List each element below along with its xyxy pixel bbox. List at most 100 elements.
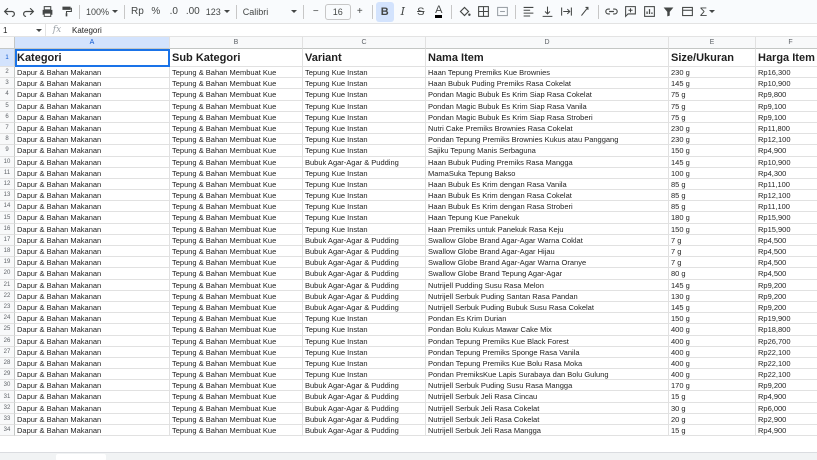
table-cell[interactable]: Dapur & Bahan Makanan: [15, 89, 170, 101]
table-cell[interactable]: Rp11,800: [756, 123, 817, 135]
borders-icon[interactable]: [474, 2, 493, 22]
table-cell[interactable]: Tepung Kue Instan: [303, 167, 426, 179]
table-cell[interactable]: Bubuk Agar-Agar & Pudding: [303, 257, 426, 269]
table-cell[interactable]: Rp22,100: [756, 369, 817, 381]
filter-icon[interactable]: [659, 2, 678, 22]
decrease-decimal-button[interactable]: .0: [165, 2, 183, 22]
table-cell[interactable]: Tepung Kue Instan: [303, 145, 426, 157]
redo-icon[interactable]: [19, 2, 38, 22]
table-cell[interactable]: Dapur & Bahan Makanan: [15, 268, 170, 280]
table-cell[interactable]: Tepung & Bahan Membuat Kue: [170, 78, 303, 90]
table-cell[interactable]: Swallow Globe Brand Agar-Agar Hijau: [426, 246, 669, 258]
table-cell[interactable]: Tepung Kue Instan: [303, 190, 426, 202]
row-header[interactable]: 2: [0, 67, 15, 79]
table-cell[interactable]: Tepung & Bahan Membuat Kue: [170, 413, 303, 425]
row-header[interactable]: 19: [0, 257, 15, 269]
table-cell[interactable]: MamaSuka Tepung Bakso: [426, 167, 669, 179]
table-cell[interactable]: Tepung Kue Instan: [303, 89, 426, 101]
column-header-b[interactable]: B: [170, 37, 303, 49]
table-cell[interactable]: Bubuk Agar-Agar & Pudding: [303, 290, 426, 302]
table-cell[interactable]: Pondan Magic Bubuk Es Krim Siap Rasa Van…: [426, 100, 669, 112]
table-cell[interactable]: 7 g: [669, 257, 756, 269]
table-cell[interactable]: Rp4,900: [756, 391, 817, 403]
row-header[interactable]: 9: [0, 145, 15, 157]
table-cell[interactable]: Pondan Tepung Premiks Kue Bolu Rasa Moka: [426, 357, 669, 370]
table-cell[interactable]: Rp9,200: [756, 380, 817, 392]
table-cell[interactable]: Rp4,500: [756, 235, 817, 246]
table-cell[interactable]: Dapur & Bahan Makanan: [15, 67, 170, 79]
table-cell[interactable]: Tepung & Bahan Membuat Kue: [170, 134, 303, 146]
font-select[interactable]: Calibri: [240, 7, 300, 17]
table-cell[interactable]: Tepung & Bahan Membuat Kue: [170, 246, 303, 258]
table-cell[interactable]: Dapur & Bahan Makanan: [15, 425, 170, 437]
table-cell[interactable]: Tepung & Bahan Membuat Kue: [170, 67, 303, 79]
table-cell[interactable]: Tepung & Bahan Membuat Kue: [170, 212, 303, 224]
row-header[interactable]: 12: [0, 178, 15, 191]
table-cell[interactable]: Tepung Kue Instan: [303, 335, 426, 347]
table-cell[interactable]: Tepung & Bahan Membuat Kue: [170, 279, 303, 291]
table-cell[interactable]: Tepung & Bahan Membuat Kue: [170, 335, 303, 347]
table-cell[interactable]: Nutrijell Serbuk Jeli Rasa Mangga: [426, 425, 669, 437]
functions-icon[interactable]: Σ: [697, 2, 718, 22]
row-header[interactable]: 30: [0, 380, 15, 392]
table-cell[interactable]: 20 g: [669, 413, 756, 425]
paint-format-icon[interactable]: [57, 2, 76, 22]
table-cell[interactable]: Haan Bubuk Puding Premiks Rasa Mangga: [426, 156, 669, 168]
table-cell[interactable]: Tepung Kue Instan: [303, 369, 426, 381]
table-cell[interactable]: Tepung & Bahan Membuat Kue: [170, 89, 303, 101]
column-header-e[interactable]: E: [669, 37, 756, 49]
table-cell[interactable]: Swallow Globe Brand Agar-Agar Warna Oran…: [426, 257, 669, 269]
table-cell[interactable]: Dapur & Bahan Makanan: [15, 122, 170, 135]
table-cell[interactable]: Tepung Kue Instan: [303, 324, 426, 336]
table-cell[interactable]: Dapur & Bahan Makanan: [15, 246, 170, 258]
insert-chart-icon[interactable]: [640, 2, 659, 22]
table-cell[interactable]: Tepung & Bahan Membuat Kue: [170, 111, 303, 123]
horizontal-align-icon[interactable]: [519, 2, 538, 22]
table-cell[interactable]: Haan Bubuk Es Krim dengan Rasa Stroberi: [426, 201, 669, 213]
text-rotation-icon[interactable]: [576, 2, 595, 22]
table-cell[interactable]: 75 g: [669, 89, 756, 101]
table-cell[interactable]: 75 g: [669, 111, 756, 123]
table-cell[interactable]: Haan Tepung Kue Panekuk: [426, 212, 669, 224]
insert-link-icon[interactable]: [602, 2, 621, 22]
table-cell[interactable]: Tepung & Bahan Membuat Kue: [170, 324, 303, 336]
table-cell[interactable]: Tepung & Bahan Membuat Kue: [170, 425, 303, 437]
table-cell[interactable]: Rp4,300: [756, 168, 817, 179]
font-size-decrease-icon[interactable]: −: [307, 2, 325, 22]
table-cell[interactable]: Dapur & Bahan Makanan: [15, 156, 170, 168]
table-cell[interactable]: Pondan Bolu Kukus Mawar Cake Mix: [426, 324, 669, 336]
row-header[interactable]: 27: [0, 346, 15, 358]
bold-icon[interactable]: B: [375, 1, 394, 22]
row-header[interactable]: 17: [0, 234, 15, 246]
table-cell[interactable]: Swallow Globe Brand Agar-Agar Warna Cokl…: [426, 234, 669, 246]
row-header[interactable]: 10: [0, 156, 15, 168]
table-cell[interactable]: 30 g: [669, 402, 756, 414]
table-cell[interactable]: Dapur & Bahan Makanan: [15, 346, 170, 358]
row-header[interactable]: 16: [0, 223, 15, 235]
font-size-increase-icon[interactable]: +: [351, 2, 369, 22]
table-cell[interactable]: Rp22,100: [756, 347, 817, 358]
table-cell[interactable]: Pondan Es Krim Durian: [426, 313, 669, 325]
table-cell[interactable]: Tepung & Bahan Membuat Kue: [170, 167, 303, 179]
table-cell[interactable]: 400 g: [669, 335, 756, 347]
table-cell[interactable]: Rp11,100: [756, 179, 817, 191]
table-cell[interactable]: Tepung & Bahan Membuat Kue: [170, 234, 303, 246]
table-cell[interactable]: Haan Bubuk Es Krim dengan Rasa Vanila: [426, 178, 669, 191]
table-cell[interactable]: Nutrijell Serbuk Jeli Rasa Cincau: [426, 391, 669, 403]
fill-color-icon[interactable]: [455, 2, 474, 22]
text-color-icon[interactable]: A: [430, 2, 448, 22]
table-cell[interactable]: 180 g: [669, 212, 756, 224]
table-cell[interactable]: Nutrijell Serbuk Puding Bubuk Susu Rasa …: [426, 301, 669, 314]
row-header[interactable]: 22: [0, 290, 15, 302]
print-icon[interactable]: [38, 2, 57, 22]
table-cell[interactable]: 85 g: [669, 190, 756, 202]
table-cell[interactable]: 400 g: [669, 357, 756, 370]
table-cell[interactable]: Dapur & Bahan Makanan: [15, 134, 170, 146]
table-cell[interactable]: Dapur & Bahan Makanan: [15, 212, 170, 224]
table-cell[interactable]: Dapur & Bahan Makanan: [15, 391, 170, 403]
row-header[interactable]: 15: [0, 212, 15, 224]
table-cell[interactable]: Dapur & Bahan Makanan: [15, 369, 170, 381]
table-cell[interactable]: Rp22,100: [756, 358, 817, 370]
row-header[interactable]: 29: [0, 369, 15, 381]
header-cell[interactable]: Harga Item: [756, 49, 817, 67]
